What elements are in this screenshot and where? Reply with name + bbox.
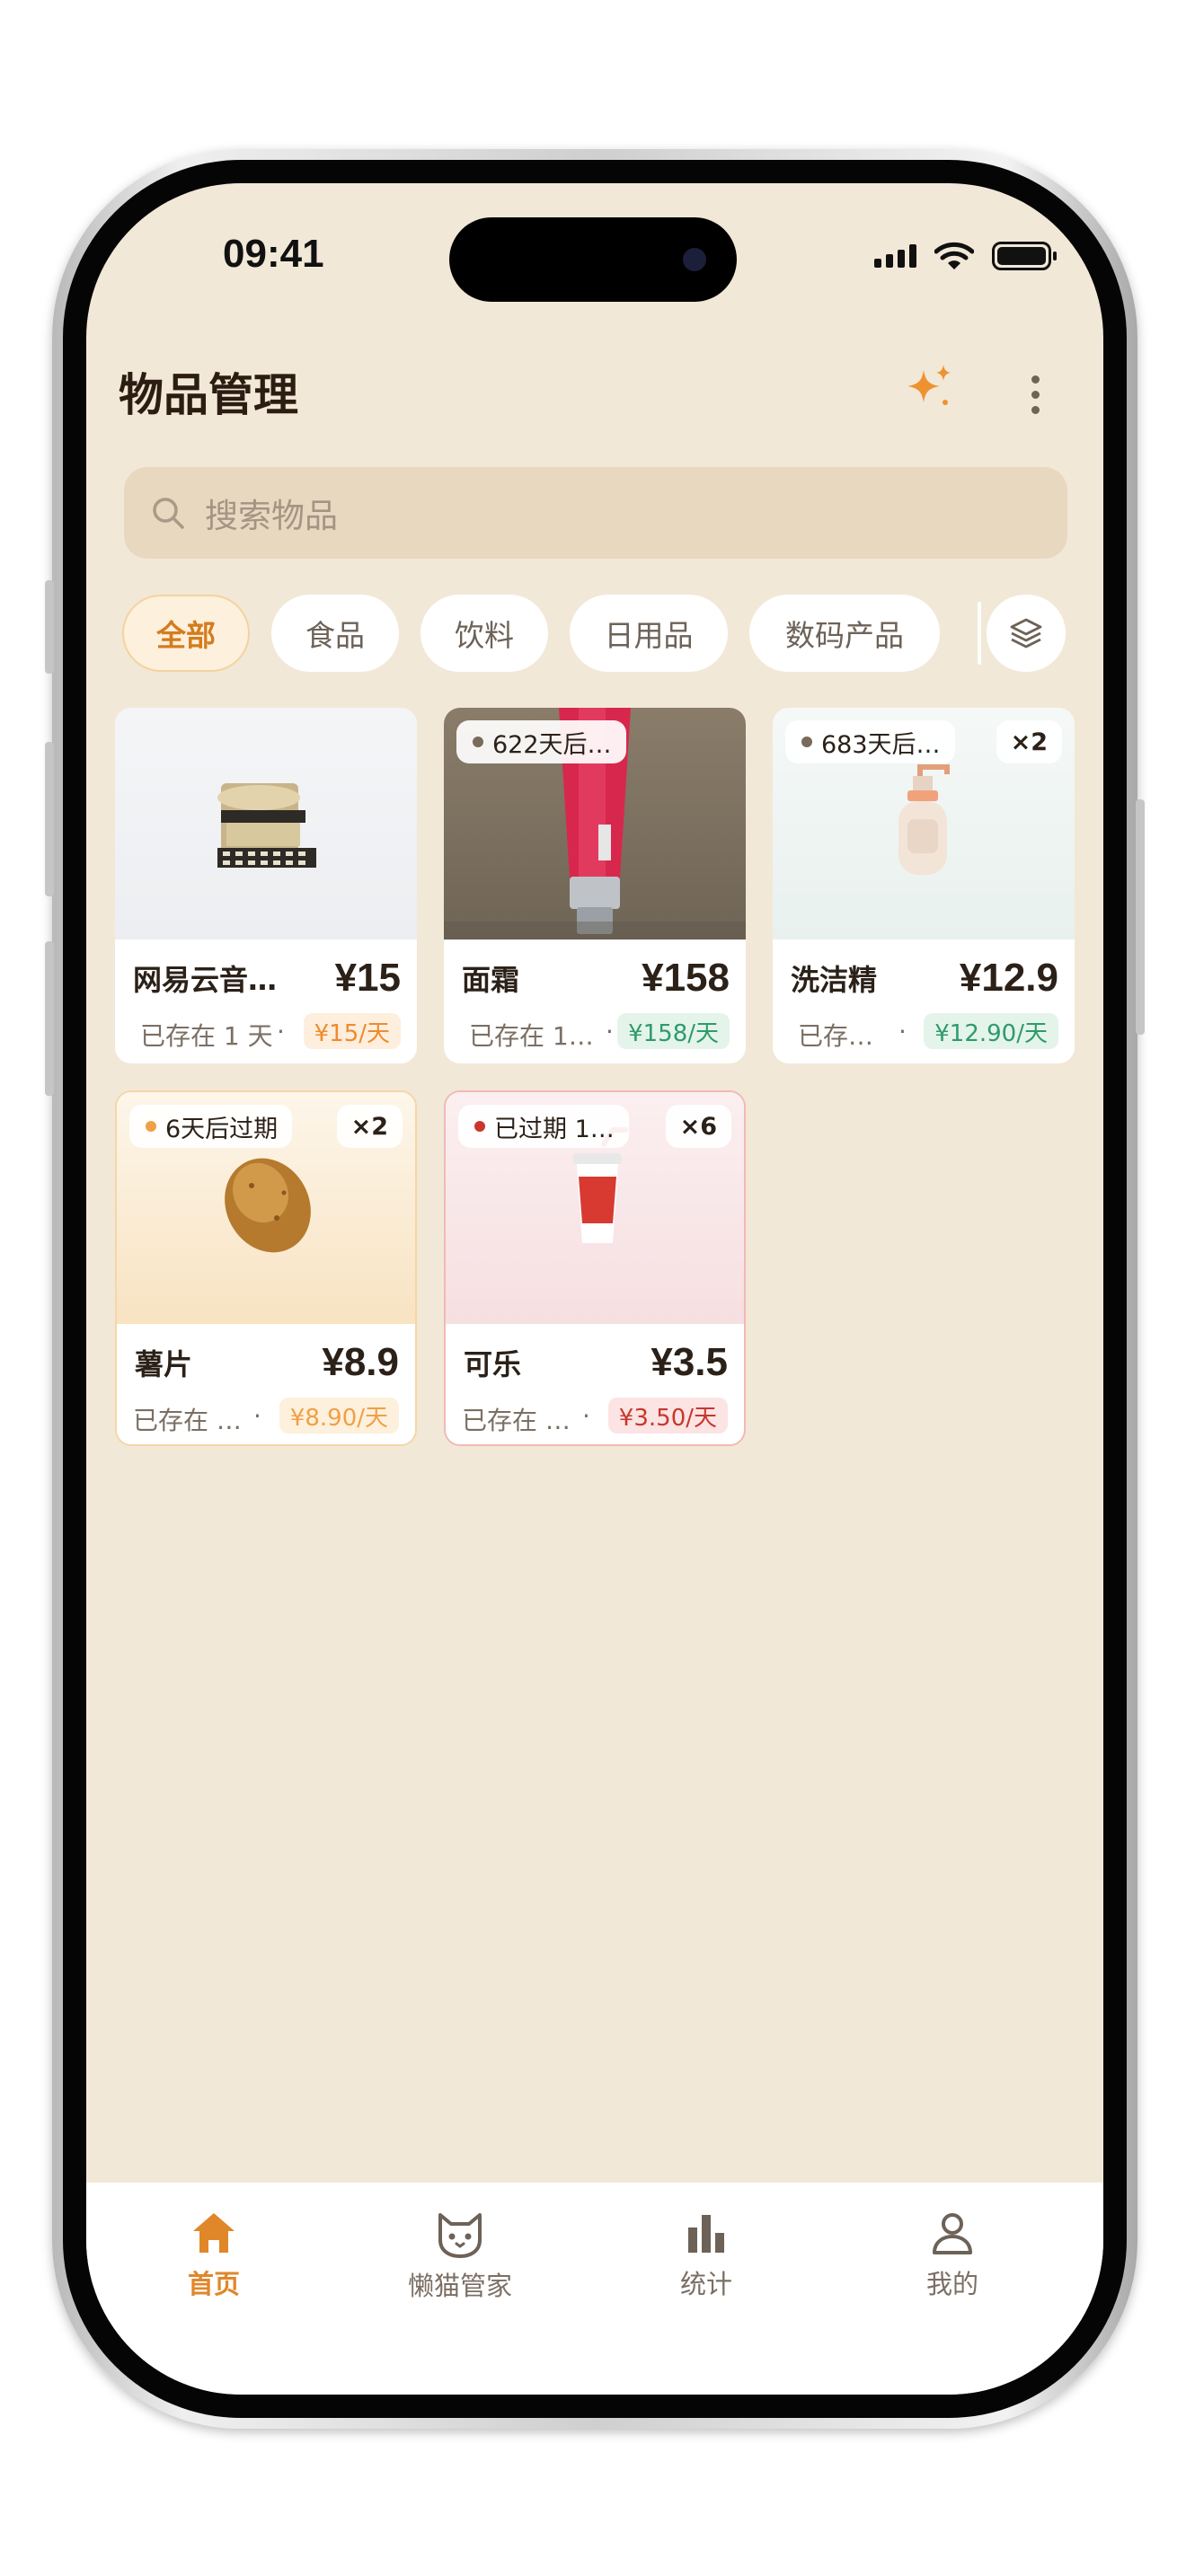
battery-icon xyxy=(992,242,1057,270)
item-name: 网易云音… xyxy=(133,963,278,997)
bar-chart-icon xyxy=(688,2215,724,2253)
wifi-icon xyxy=(934,242,974,269)
tab-profile[interactable]: 我的 xyxy=(863,2210,1042,2301)
search-input[interactable]: 搜索物品 xyxy=(124,467,1067,559)
quantity-badge: ×6 xyxy=(665,1105,731,1148)
film-reel-icon xyxy=(217,783,316,868)
tab-label: 我的 xyxy=(925,2269,978,2299)
sparkle-icon[interactable] xyxy=(906,363,954,411)
item-daily-cost: ¥158/天 xyxy=(617,1013,730,1049)
volume-up-button xyxy=(45,742,54,896)
user-icon xyxy=(933,2213,972,2254)
category-chip-all[interactable]: 全部 xyxy=(122,595,250,672)
item-price: ¥158 xyxy=(642,956,730,1000)
quantity-badge: ×2 xyxy=(996,720,1062,763)
cellular-signal-icon xyxy=(874,244,916,268)
item-card[interactable]: 已过期 1… ×6 可乐 ¥3.5 已存在 … · ¥3.50/天 xyxy=(444,1090,746,1446)
item-price: ¥12.9 xyxy=(959,956,1058,1000)
expiry-badge: 6天后过期 xyxy=(129,1105,293,1148)
expiry-text: 6天后过期 xyxy=(165,1115,279,1143)
item-card[interactable]: 683天后… ×2 洗洁精 ¥12.9 已存… · ¥12.90/天 xyxy=(773,708,1075,1063)
power-button xyxy=(1136,799,1145,1035)
item-daily-cost: ¥8.90/天 xyxy=(279,1398,399,1434)
camera-icon xyxy=(683,248,706,271)
item-price: ¥15 xyxy=(334,956,401,1000)
item-name: 可乐 xyxy=(464,1347,522,1381)
item-stored-duration: 已存… xyxy=(798,1021,874,1051)
expiry-badge: 683天后… xyxy=(785,720,955,763)
tab-bar: 首页 懒猫管家 统计 我的 xyxy=(86,2183,1103,2395)
tab-cat-butler[interactable]: 懒猫管家 xyxy=(370,2210,550,2303)
status-dot xyxy=(474,1121,485,1132)
category-chip-food[interactable]: 食品 xyxy=(271,595,399,672)
page-title: 物品管理 xyxy=(119,369,298,421)
item-price: ¥3.5 xyxy=(651,1340,728,1384)
item-card[interactable]: 6天后过期 ×2 薯片 ¥8.9 已存在 … · ¥8.90/天 xyxy=(115,1090,417,1446)
tab-label: 首页 xyxy=(187,2269,240,2299)
status-time: 09:41 xyxy=(223,232,324,276)
item-daily-cost: ¥3.50/天 xyxy=(607,1398,728,1434)
search-placeholder: 搜索物品 xyxy=(205,497,338,535)
cat-icon xyxy=(438,2213,482,2258)
item-name: 面霜 xyxy=(462,963,520,997)
search-icon xyxy=(153,498,184,529)
tab-label: 懒猫管家 xyxy=(407,2271,512,2301)
meta-separator: · xyxy=(898,1017,907,1046)
item-name: 薯片 xyxy=(135,1347,193,1381)
home-icon xyxy=(193,2213,235,2253)
status-dot xyxy=(473,737,483,747)
chip-divider xyxy=(978,602,981,665)
item-image xyxy=(115,708,417,940)
item-daily-cost: ¥15/天 xyxy=(303,1013,401,1049)
category-manage-button[interactable] xyxy=(987,595,1066,672)
meta-separator: · xyxy=(606,1017,614,1046)
volume-down-button xyxy=(45,941,54,1096)
item-card[interactable]: 网易云音… ¥15 已存在 1 天 · ¥15/天 xyxy=(115,708,417,1063)
chip-label: 饮料 xyxy=(455,618,514,653)
meta-separator: · xyxy=(582,1401,590,1431)
status-dot xyxy=(801,737,812,747)
category-chip-drinks[interactable]: 饮料 xyxy=(420,595,548,672)
status-dot xyxy=(146,1121,156,1132)
item-stored-duration: 已存在 1 天 xyxy=(140,1021,273,1051)
item-stored-duration: 已存在 … xyxy=(133,1406,242,1435)
chip-label: 日用品 xyxy=(604,618,694,653)
expiry-text: 已过期 1… xyxy=(494,1115,615,1143)
item-price: ¥8.9 xyxy=(322,1340,399,1384)
more-vertical-icon[interactable] xyxy=(1031,375,1040,414)
quantity-badge: ×2 xyxy=(336,1105,403,1148)
screen: 09:41 物品管理 搜索物品 全部 食品 饮料 日用品 数码产品 网易云音… … xyxy=(86,183,1103,2395)
tab-statistics[interactable]: 统计 xyxy=(616,2210,796,2301)
dynamic-island xyxy=(449,217,737,302)
item-daily-cost: ¥12.90/天 xyxy=(924,1013,1058,1049)
category-filter: 全部 食品 饮料 日用品 数码产品 xyxy=(122,595,1075,672)
category-chip-digital[interactable]: 数码产品 xyxy=(749,595,940,672)
item-stored-duration: 已存在 1… xyxy=(469,1021,594,1051)
expiry-text: 622天后… xyxy=(492,730,612,759)
item-card[interactable]: 622天后… 面霜 ¥158 已存在 1… · ¥158/天 xyxy=(444,708,746,1063)
expiry-badge: 已过期 1… xyxy=(458,1105,629,1148)
chip-label: 全部 xyxy=(156,618,216,653)
tab-label: 统计 xyxy=(679,2269,732,2299)
tab-home[interactable]: 首页 xyxy=(124,2210,304,2301)
meta-separator: · xyxy=(253,1401,261,1431)
category-chip-daily-goods[interactable]: 日用品 xyxy=(570,595,728,672)
meta-separator: · xyxy=(277,1017,285,1046)
action-button xyxy=(45,580,54,674)
layers-icon xyxy=(1010,618,1042,648)
expiry-badge: 622天后… xyxy=(456,720,626,763)
item-name: 洗洁精 xyxy=(791,963,878,997)
chip-label: 食品 xyxy=(305,618,365,653)
status-icons xyxy=(874,241,1057,271)
chip-label: 数码产品 xyxy=(785,618,904,653)
item-stored-duration: 已存在 … xyxy=(462,1406,571,1435)
expiry-text: 683天后… xyxy=(821,730,941,759)
